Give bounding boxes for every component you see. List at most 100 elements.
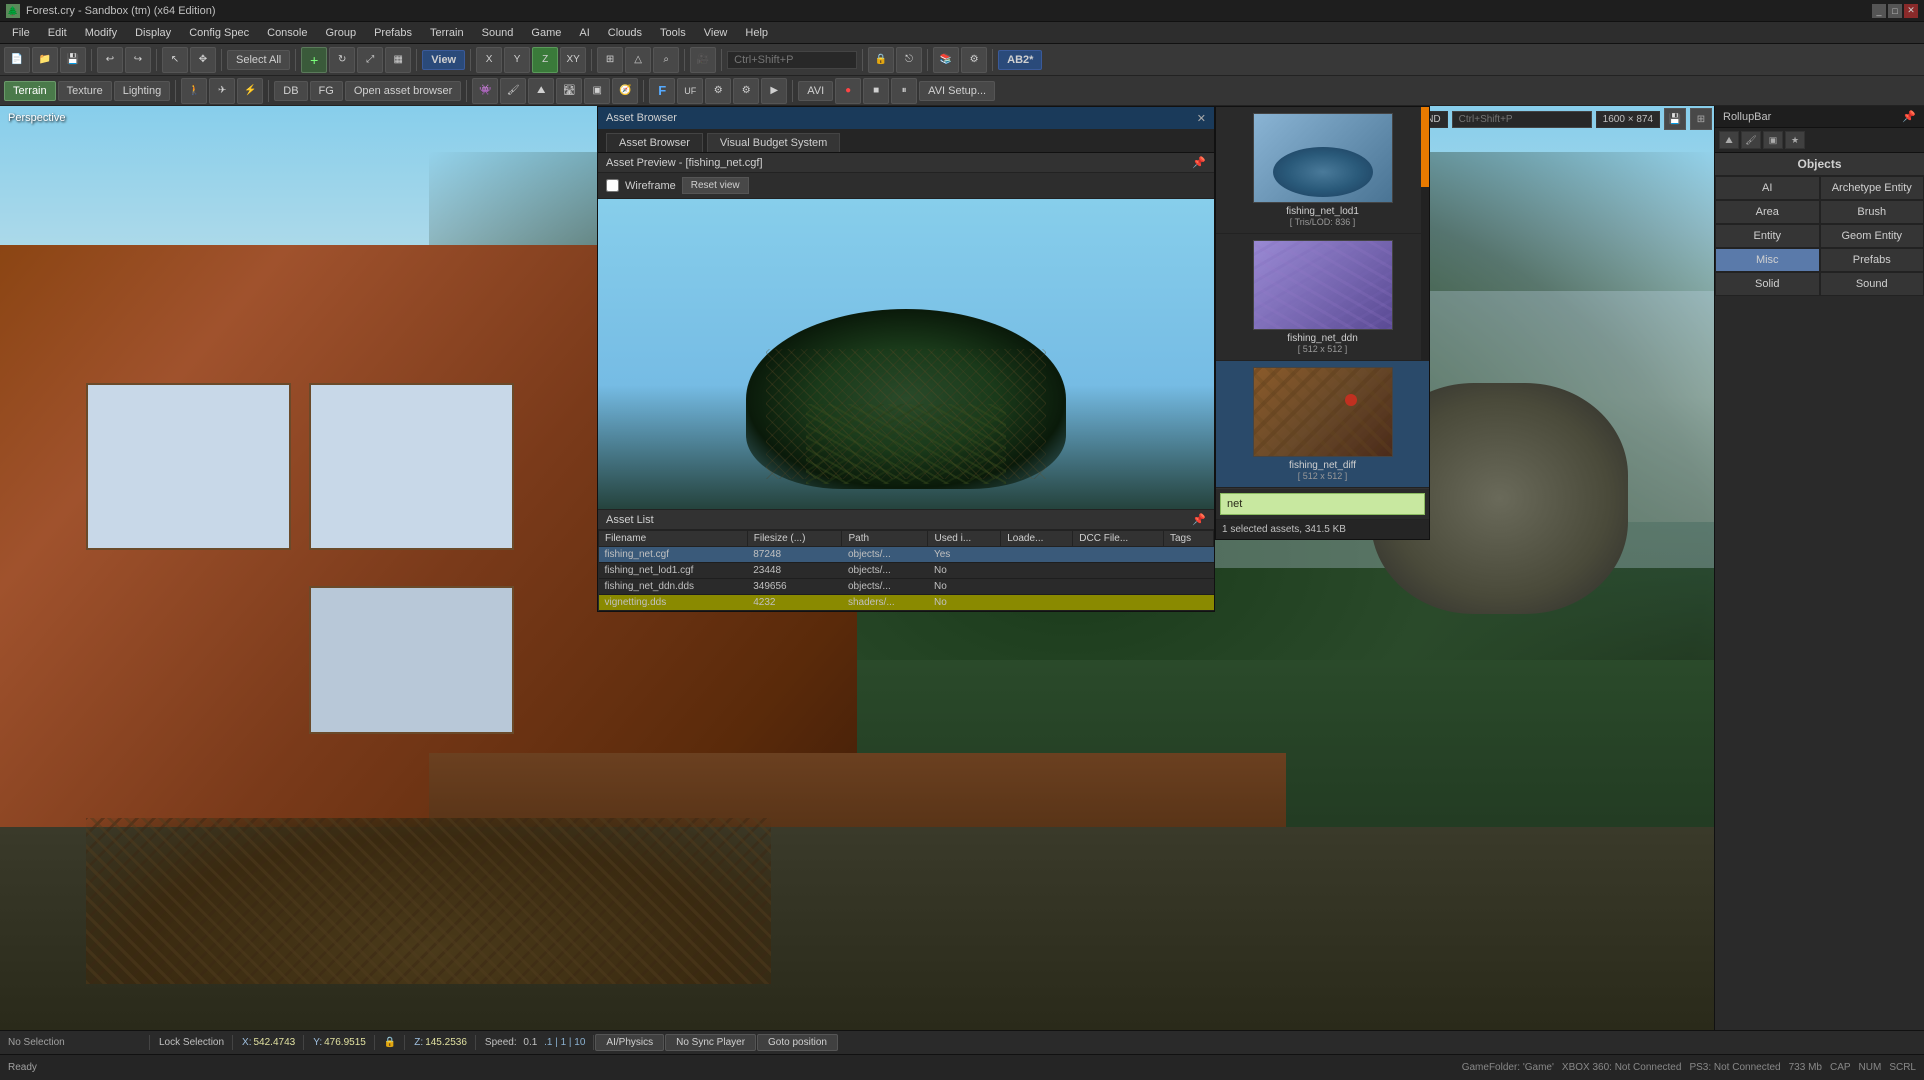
reset-view-button[interactable]: Reset view [682,177,749,194]
open-btn[interactable]: 📁 [32,47,58,73]
xy-btn[interactable]: XY [560,47,586,73]
menu-prefabs[interactable]: Prefabs [366,25,420,41]
menu-help[interactable]: Help [737,25,776,41]
rp-icon-entity[interactable]: ▣ [1763,131,1783,149]
layers-btn[interactable]: 📚 [933,47,959,73]
obj-btn-geom-entity[interactable]: Geom Entity [1820,224,1924,248]
asset-list-pin[interactable]: 📌 [1192,513,1206,526]
rotate-btn[interactable]: ↻ [329,47,355,73]
filter-input[interactable] [1452,111,1592,128]
angle-btn[interactable]: ⌕ [653,47,679,73]
area-btn[interactable]: ▣ [584,78,610,104]
fly-btn[interactable]: ✈ [209,78,235,104]
export-btn[interactable]: ⎋ [896,47,922,73]
brush-btn[interactable]: 🖌 [500,78,526,104]
x-btn[interactable]: X [476,47,502,73]
viewport-settings-btn[interactable]: ⊞ [1690,108,1712,130]
gear3-btn[interactable]: ⚙ [733,78,759,104]
table-row[interactable]: fishing_net.cgf 87248 objects/... Yes [599,547,1214,563]
obj-btn-ai[interactable]: AI [1715,176,1820,200]
no-sync-player-button[interactable]: No Sync Player [665,1034,756,1051]
terrain-button[interactable]: Terrain [4,81,56,101]
obj-btn-sound[interactable]: Sound [1820,272,1924,296]
f-btn[interactable]: F [649,78,675,104]
rp-icon-brush[interactable]: 🖌 [1741,131,1761,149]
obj-btn-prefabs[interactable]: Prefabs [1820,248,1924,272]
thumb-lod1[interactable]: fishing_net_lod1 [ Tris/LOD: 836 ] [1216,107,1429,234]
menu-group[interactable]: Group [317,25,364,41]
entity-btn[interactable]: 👾 [472,78,498,104]
pin-icon[interactable]: 📌 [1192,156,1206,169]
physics-btn[interactable]: ⚡ [237,78,263,104]
menu-console[interactable]: Console [259,25,315,41]
menu-clouds[interactable]: Clouds [600,25,650,41]
thumb-diff[interactable]: fishing_net_diff [ 512 x 512 ] [1216,361,1429,488]
lighting-button[interactable]: Lighting [114,81,171,101]
menu-file[interactable]: File [4,25,38,41]
obj-btn-area[interactable]: Area [1715,200,1820,224]
add-obj-btn[interactable]: + [301,47,327,73]
obj-btn-solid[interactable]: Solid [1715,272,1820,296]
maximize-button[interactable]: □ [1888,4,1902,18]
table-row[interactable]: fishing_net_lod1.cgf 23448 objects/... N… [599,563,1214,579]
obj-btn-misc[interactable]: Misc [1715,248,1820,272]
tab-asset-browser[interactable]: Asset Browser [606,133,703,152]
camera-btn[interactable]: 🎥 [690,47,716,73]
walk-btn[interactable]: 🚶 [181,78,207,104]
obj-btn-brush[interactable]: Brush [1820,200,1924,224]
asset-preview-viewport[interactable] [598,199,1214,509]
table-row[interactable]: vignetting.dds 4232 shaders/... No [599,595,1214,611]
lock-btn[interactable]: 🔒 [868,47,894,73]
db-button[interactable]: DB [274,81,307,101]
gear2-btn[interactable]: ⚙ [705,78,731,104]
menu-terrain[interactable]: Terrain [422,25,472,41]
search-input[interactable] [727,51,857,69]
menu-sound[interactable]: Sound [474,25,522,41]
texture-button[interactable]: Texture [58,81,112,101]
menu-view[interactable]: View [696,25,736,41]
player-btn[interactable]: ▶ [761,78,787,104]
align-btn[interactable]: ▦ [385,47,411,73]
fg-button[interactable]: FG [310,81,343,101]
select-all-button[interactable]: Select All [227,50,290,70]
road-btn[interactable]: 🛣 [556,78,582,104]
menu-tools[interactable]: Tools [652,25,694,41]
z-btn[interactable]: Z [532,47,558,73]
pause-btn[interactable]: ⏸ [891,78,917,104]
undo-btn[interactable]: ↩ [97,47,123,73]
scale-btn[interactable]: ⤢ [357,47,383,73]
y-btn[interactable]: Y [504,47,530,73]
menu-game[interactable]: Game [523,25,569,41]
minimize-button[interactable]: _ [1872,4,1886,18]
asset-browser-close[interactable]: ✕ [1197,112,1206,125]
new-btn[interactable]: 📄 [4,47,30,73]
move-btn[interactable]: ✥ [190,47,216,73]
menu-ai[interactable]: AI [571,25,597,41]
view-label[interactable]: View [422,50,465,70]
select-btn[interactable]: ↖ [162,47,188,73]
nav-btn[interactable]: 🧭 [612,78,638,104]
rp-icon-misc[interactable]: ★ [1785,131,1805,149]
obj-btn-archetype-entity[interactable]: Archetype Entity [1820,176,1924,200]
ai-physics-button[interactable]: AI/Physics [595,1034,664,1051]
thumb-search-input[interactable] [1220,493,1425,515]
wireframe-checkbox[interactable] [606,179,619,192]
save-btn[interactable]: 💾 [60,47,86,73]
uf-btn[interactable]: UF [677,78,703,104]
settings-btn[interactable]: ⚙ [961,47,987,73]
redo-btn[interactable]: ↪ [125,47,151,73]
obj-btn-entity[interactable]: Entity [1715,224,1820,248]
close-button[interactable]: ✕ [1904,4,1918,18]
snap-btn[interactable]: △ [625,47,651,73]
rp-icon-terrain[interactable]: ⛰ [1719,131,1739,149]
avi-button[interactable]: AVI [798,81,833,101]
avi-setup-button[interactable]: AVI Setup... [919,81,995,101]
thumb-ddn[interactable]: fishing_net_ddn [ 512 x 512 ] [1216,234,1429,361]
tab-visual-budget[interactable]: Visual Budget System [707,133,840,152]
menu-modify[interactable]: Modify [77,25,125,41]
viewport-save-btn[interactable]: 💾 [1664,108,1686,130]
rec-btn[interactable]: ● [835,78,861,104]
terrain3-btn[interactable]: ⛰ [528,78,554,104]
stop-btn[interactable]: ■ [863,78,889,104]
table-row[interactable]: fishing_net_ddn.dds 349656 objects/... N… [599,579,1214,595]
